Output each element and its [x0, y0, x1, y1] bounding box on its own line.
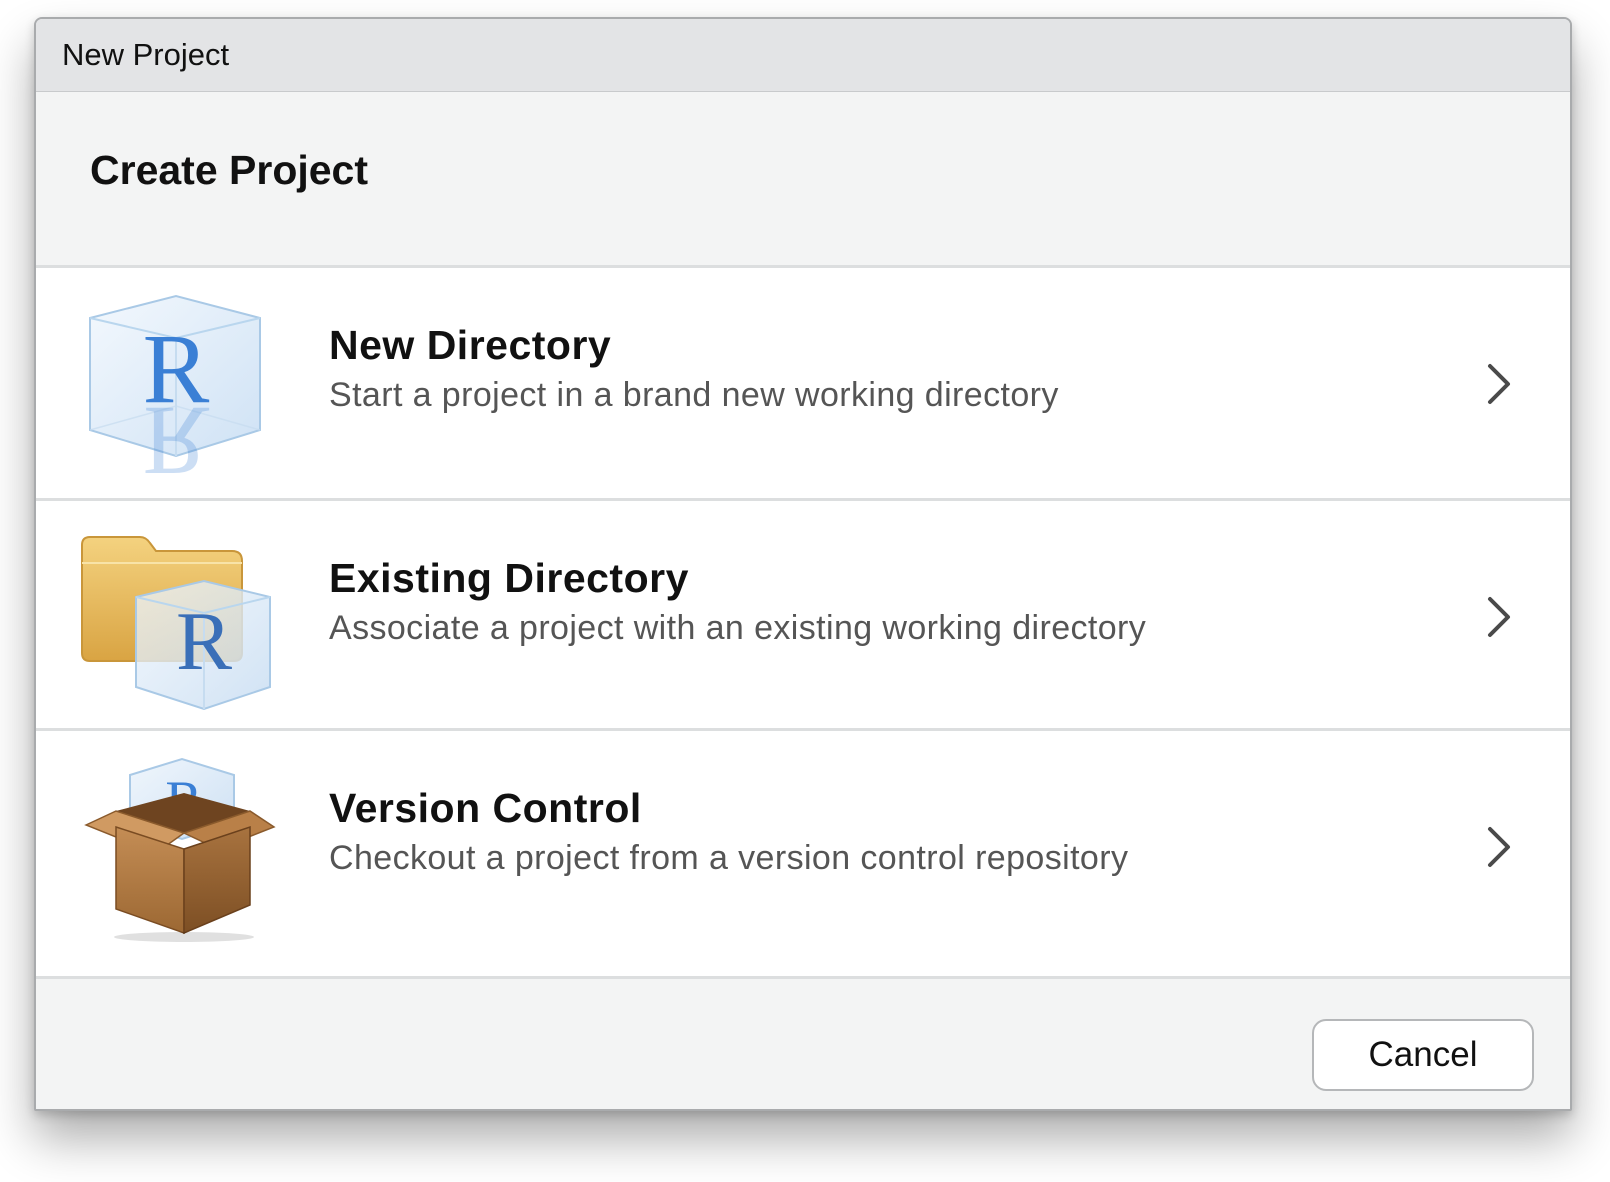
new-project-dialog: New Project Create Project R R New Direc…: [34, 17, 1572, 1111]
svg-text:R: R: [176, 595, 232, 688]
chevron-right-icon: [1478, 360, 1518, 408]
option-description: Checkout a project from a version contro…: [329, 839, 1129, 877]
option-version-control[interactable]: R Version Control Checkout a project fro…: [36, 728, 1570, 961]
option-new-directory[interactable]: R R New Directory Start a project in a b…: [36, 268, 1570, 498]
option-title: New Directory: [329, 322, 612, 368]
folder-r-icon: R: [72, 523, 282, 713]
cancel-button[interactable]: Cancel: [1312, 1019, 1534, 1091]
option-title: Existing Directory: [329, 555, 689, 601]
svg-text:R: R: [143, 386, 210, 480]
option-title: Version Control: [329, 785, 642, 831]
option-existing-directory[interactable]: R Existing Directory Associate a project…: [36, 498, 1570, 731]
chevron-right-icon: [1478, 593, 1518, 641]
chevron-right-icon: [1478, 823, 1518, 871]
page-heading: Create Project: [90, 147, 369, 193]
project-type-list: R R New Directory Start a project in a b…: [36, 265, 1570, 979]
option-description: Start a project in a brand new working d…: [329, 376, 1059, 414]
dialog-title: New Project: [62, 37, 230, 72]
dialog-titlebar: New Project: [36, 19, 1570, 92]
r-cube-icon: R R: [72, 290, 282, 497]
box-r-icon: R: [72, 753, 282, 943]
option-description: Associate a project with an existing wor…: [329, 609, 1147, 647]
